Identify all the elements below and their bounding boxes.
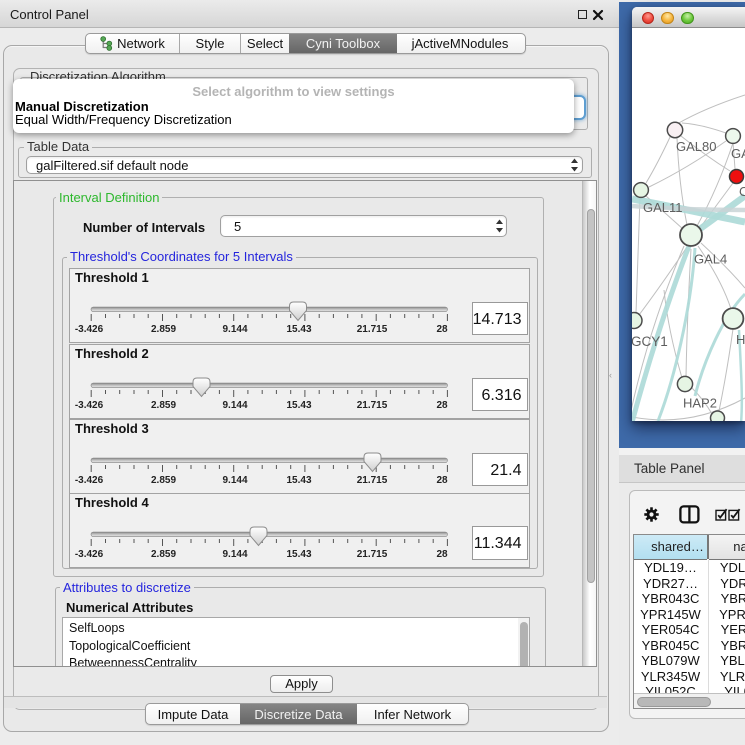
svg-text:15.43: 15.43 xyxy=(286,475,311,486)
svg-text:2.859: 2.859 xyxy=(151,475,176,486)
svg-text:GAL4: GAL4 xyxy=(694,252,727,267)
svg-text:9.144: 9.144 xyxy=(222,400,247,411)
svg-text:HAP2: HAP2 xyxy=(683,396,717,411)
svg-text:21.715: 21.715 xyxy=(357,324,388,335)
svg-text:-3.426: -3.426 xyxy=(75,475,104,486)
svg-text:28: 28 xyxy=(436,475,448,486)
svg-text:2.859: 2.859 xyxy=(151,324,176,335)
svg-text:-3.426: -3.426 xyxy=(75,400,104,411)
svg-text:28: 28 xyxy=(436,549,448,560)
svg-text:HT: HT xyxy=(736,332,745,347)
svg-text:GAL11: GAL11 xyxy=(643,200,683,215)
svg-text:9.144: 9.144 xyxy=(222,549,247,560)
svg-text:CD: CD xyxy=(739,184,745,199)
svg-text:GAL80: GAL80 xyxy=(676,139,716,154)
svg-text:GCY1: GCY1 xyxy=(632,334,668,349)
svg-text:15.43: 15.43 xyxy=(286,400,311,411)
svg-text:15.43: 15.43 xyxy=(286,324,311,335)
svg-text:28: 28 xyxy=(436,400,448,411)
svg-text:21.715: 21.715 xyxy=(357,549,388,560)
svg-text:21.715: 21.715 xyxy=(357,475,388,486)
svg-text:-3.426: -3.426 xyxy=(75,324,104,335)
svg-text:2.859: 2.859 xyxy=(151,549,176,560)
svg-text:9.144: 9.144 xyxy=(222,324,247,335)
svg-text:GA: GA xyxy=(731,146,745,161)
svg-text:28: 28 xyxy=(436,324,448,335)
svg-text:-3.426: -3.426 xyxy=(75,549,104,560)
svg-text:21.715: 21.715 xyxy=(357,400,388,411)
svg-text:9.144: 9.144 xyxy=(222,475,247,486)
svg-text:15.43: 15.43 xyxy=(286,549,311,560)
svg-text:2.859: 2.859 xyxy=(151,400,176,411)
